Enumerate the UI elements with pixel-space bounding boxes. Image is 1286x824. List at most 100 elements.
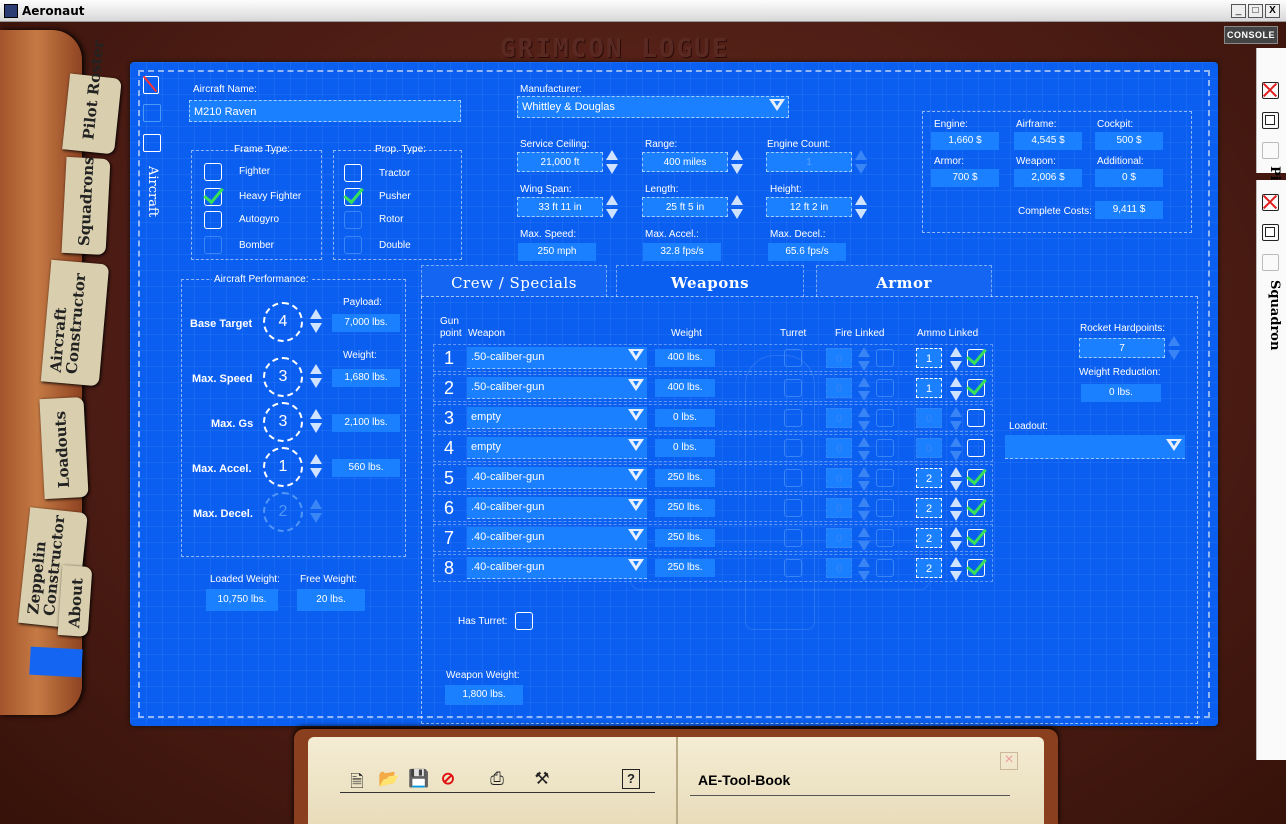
weapon-dropdown[interactable]: .40-caliber-gun: [467, 557, 647, 579]
range-spinner[interactable]: [731, 150, 743, 174]
minimize-button[interactable]: _: [1231, 4, 1246, 18]
fire-linked-checkbox: [876, 469, 894, 487]
wing-span-field[interactable]: 33 ft 11 in: [517, 197, 603, 217]
prop-double-label: Double: [379, 240, 411, 251]
minimize-aircraft-icon[interactable]: [143, 134, 161, 152]
height-spinner[interactable]: [855, 195, 867, 219]
tab-about[interactable]: About: [57, 565, 93, 637]
service-ceiling-field[interactable]: 21,000 ft: [517, 152, 603, 172]
ammo-linked-spinner[interactable]: [950, 497, 962, 521]
tab-armor[interactable]: Armor: [816, 265, 992, 297]
ammo-linked-checkbox[interactable]: [967, 559, 985, 577]
engine-count-field: 1: [766, 152, 852, 172]
prop-pusher-checkbox[interactable]: [344, 188, 362, 206]
frame-autogyro-checkbox[interactable]: [204, 211, 222, 229]
max-accel-perf-weight: 560 lbs.: [332, 459, 400, 477]
ammo-linked-spinner[interactable]: [950, 377, 962, 401]
save-icon[interactable]: 💾: [408, 769, 429, 789]
frame-heavy-fighter-checkbox[interactable]: [204, 188, 222, 206]
prop-type-label: Prop. Type:: [375, 144, 426, 155]
close-squadron-icon[interactable]: [1262, 194, 1279, 211]
tab-squadrons[interactable]: Squadrons: [61, 156, 111, 256]
fire-linked-spinner: [858, 407, 870, 431]
ammo-linked-field[interactable]: 1: [916, 348, 942, 368]
weapon-dropdown[interactable]: empty: [467, 407, 647, 429]
tab-aircraft-constructor[interactable]: Aircraft Constructor: [40, 259, 110, 387]
toolbook-close-icon[interactable]: ×: [1000, 752, 1018, 770]
ammo-linked-checkbox[interactable]: [967, 349, 985, 367]
ammo-linked-checkbox[interactable]: [967, 379, 985, 397]
close-button[interactable]: X: [1265, 4, 1280, 18]
window-panel-icon[interactable]: [1262, 112, 1279, 129]
length-spinner[interactable]: [731, 195, 743, 219]
base-target-spinner[interactable]: [310, 309, 322, 333]
window-title: Aeronaut: [22, 4, 85, 18]
window-squadron-icon[interactable]: [1262, 224, 1279, 241]
ammo-linked-field[interactable]: 2: [916, 468, 942, 488]
ammo-linked-field[interactable]: 2: [916, 498, 942, 518]
loadout-label: Loadout:: [1009, 421, 1048, 432]
has-turret-checkbox[interactable]: [515, 612, 533, 630]
close-panel-icon[interactable]: [1262, 82, 1279, 99]
weight-reduction-label: Weight Reduction:: [1079, 367, 1161, 378]
tab-weapons[interactable]: Weapons: [616, 265, 804, 297]
tools-icon[interactable]: ⚒: [532, 769, 552, 789]
range-field[interactable]: 400 miles: [642, 152, 728, 172]
length-field[interactable]: 25 ft 5 in: [642, 197, 728, 217]
ammo-linked-spinner[interactable]: [950, 467, 962, 491]
weapon-dropdown[interactable]: .50-caliber-gun: [467, 377, 647, 399]
ammo-linked-field[interactable]: 1: [916, 378, 942, 398]
maximize-button[interactable]: □: [1248, 4, 1263, 18]
tab-crew-specials[interactable]: Crew / Specials: [421, 265, 607, 297]
delete-icon[interactable]: ⊘: [438, 769, 458, 789]
fire-linked-checkbox: [876, 379, 894, 397]
weight-header: Weight: [671, 328, 702, 339]
ammo-linked-spinner[interactable]: [950, 527, 962, 551]
aircraft-name-input[interactable]: M210 Raven: [189, 100, 461, 122]
ammo-linked-field: 0: [916, 408, 942, 428]
tab-loadouts[interactable]: Loadouts: [39, 396, 89, 500]
help-icon[interactable]: ?: [622, 769, 640, 789]
weapon-dropdown[interactable]: .40-caliber-gun: [467, 467, 647, 489]
max-accel-perf-spinner[interactable]: [310, 454, 322, 478]
wing-span-spinner[interactable]: [606, 195, 618, 219]
rocket-hardpoints-field[interactable]: 7: [1079, 338, 1165, 358]
payload-label: Payload:: [343, 297, 382, 308]
dropdown-arrow-icon: [628, 559, 644, 574]
ammo-linked-checkbox[interactable]: [967, 499, 985, 517]
open-icon[interactable]: 📂: [378, 769, 399, 789]
service-ceiling-spinner[interactable]: [606, 150, 618, 174]
weapon-dropdown[interactable]: .40-caliber-gun: [467, 497, 647, 519]
height-field[interactable]: 12 ft 2 in: [766, 197, 852, 217]
max-speed-perf-spinner[interactable]: [310, 364, 322, 388]
ammo-linked-field[interactable]: 2: [916, 558, 942, 578]
prop-tractor-checkbox[interactable]: [344, 164, 362, 182]
ammo-linked-checkbox[interactable]: [967, 409, 985, 427]
fire-linked-field: 0: [826, 498, 852, 518]
ammo-linked-spinner[interactable]: [950, 557, 962, 581]
ammo-linked-spinner[interactable]: [950, 347, 962, 371]
max-accel-value: 32.8 fps/s: [643, 243, 721, 261]
weapon-dropdown[interactable]: .50-caliber-gun: [467, 347, 647, 369]
ammo-linked-checkbox[interactable]: [967, 439, 985, 457]
ammo-linked-checkbox[interactable]: [967, 529, 985, 547]
weapon-dropdown[interactable]: .40-caliber-gun: [467, 527, 647, 549]
frame-fighter-checkbox[interactable]: [204, 163, 222, 181]
manufacturer-dropdown[interactable]: Whittley & Douglas: [517, 96, 789, 118]
gunpoint-number: 6: [443, 498, 454, 518]
new-icon[interactable]: 🗎: [347, 769, 367, 798]
ammo-linked-checkbox[interactable]: [967, 469, 985, 487]
tab-pilot-roster[interactable]: Pilot Roster: [62, 39, 122, 155]
weapon-dropdown[interactable]: empty: [467, 437, 647, 459]
fire-linked-field: 0: [826, 348, 852, 368]
ammo-linked-field[interactable]: 2: [916, 528, 942, 548]
loadout-dropdown[interactable]: [1005, 435, 1185, 459]
prop-tractor-label: Tractor: [379, 168, 411, 179]
base-target-label: Base Target: [190, 318, 253, 330]
print-icon[interactable]: ⎙: [487, 769, 507, 789]
max-gs-spinner[interactable]: [310, 409, 322, 433]
weapon-name: .40-caliber-gun: [471, 531, 545, 543]
fire-linked-checkbox: [876, 499, 894, 517]
close-aircraft-icon[interactable]: [142, 75, 159, 94]
console-button[interactable]: CONSOLE: [1224, 26, 1278, 44]
